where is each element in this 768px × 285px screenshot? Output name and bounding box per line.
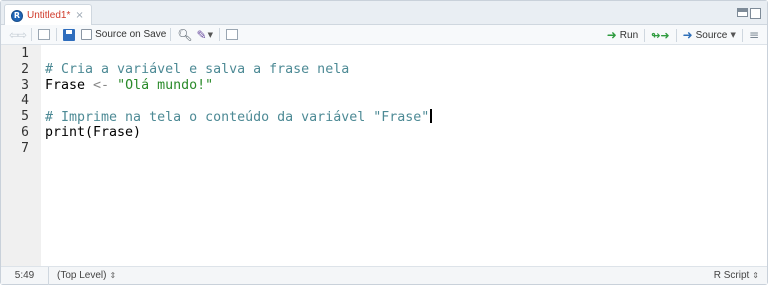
code-line[interactable] <box>45 46 432 62</box>
text-cursor <box>430 109 433 124</box>
line-number-gutter: 1234567 <box>1 45 41 266</box>
run-label: Run <box>619 29 639 41</box>
toolbar-divider <box>170 28 172 41</box>
editor-toolbar: ⇦⇨ Source on Save 🔍︎ ✎ ▼ ➜ Run ↬➜ ➜ Sourc… <box>1 25 767 45</box>
code-editor[interactable]: 1234567 # Cria a variável e salva a fras… <box>1 45 767 266</box>
updown-icon: ⇕ <box>752 271 759 280</box>
run-button[interactable]: ➜ Run <box>605 27 640 43</box>
save-icon <box>63 28 76 41</box>
code-comment: # Cria a variável e salva a frase nela <box>45 61 350 77</box>
toolbar-divider <box>56 28 58 41</box>
search-icon[interactable]: 🔍︎ <box>175 27 194 43</box>
code-tools-button[interactable]: ✎ ▼ <box>195 27 215 43</box>
scope-selector[interactable]: (Top Level) ⇕ <box>49 270 116 281</box>
code-line[interactable]: Frase <- "Olá mundo!" <box>45 78 432 94</box>
maximize-pane-icon[interactable] <box>750 8 761 19</box>
source-on-save-label: Source on Save <box>95 29 167 40</box>
source-on-save-checkbox[interactable] <box>81 29 93 40</box>
minimize-pane-icon[interactable] <box>737 8 748 17</box>
popout-window-icon <box>38 29 51 40</box>
file-type-selector[interactable]: R Script ⇕ <box>714 270 759 281</box>
line-number: 7 <box>21 140 29 156</box>
source-arrow-icon: ➜ <box>682 28 693 42</box>
source-editor-pane: R Untitled1* × ⇦⇨ Source on Save 🔍︎ ✎ ▼ ➜… <box>0 0 768 285</box>
line-number: 1 <box>21 46 29 61</box>
line-number: 6 <box>21 125 29 140</box>
close-icon[interactable]: × <box>75 10 83 21</box>
compile-report-button[interactable] <box>224 27 240 43</box>
code-token: Frase <box>45 77 94 93</box>
source-button[interactable]: ➜ Source ▼ <box>681 27 738 43</box>
code-line[interactable] <box>45 141 432 157</box>
code-line[interactable] <box>45 93 432 109</box>
r-script-icon: R <box>11 9 23 22</box>
save-button[interactable] <box>61 27 77 43</box>
show-in-window-button[interactable] <box>36 27 52 43</box>
code-line[interactable]: print(Frase) <box>45 125 432 141</box>
updown-icon: ⇕ <box>109 271 117 280</box>
cursor-position: 5:49 <box>1 266 49 285</box>
chevron-down-icon: ▼ <box>207 30 213 39</box>
code-op: <- <box>93 77 110 93</box>
back-forward-icon[interactable]: ⇦⇨ <box>7 27 27 43</box>
code-comment: # Imprime na tela o conteúdo da variável… <box>45 110 430 126</box>
notebook-icon <box>225 29 238 40</box>
code-token: print(Frase) <box>45 124 142 140</box>
file-type-label: R Script <box>713 270 750 281</box>
toolbar-divider <box>218 28 220 41</box>
toolbar-divider <box>644 28 646 42</box>
status-bar: 5:49 (Top Level) ⇕ R Script ⇕ <box>1 266 767 285</box>
toolbar-divider <box>31 28 33 41</box>
magic-wand-icon: ✎ <box>196 27 207 42</box>
tab-untitled1[interactable]: R Untitled1* × <box>4 4 92 26</box>
line-number: 4 <box>21 93 29 109</box>
tab-strip: R Untitled1* × <box>1 1 767 26</box>
line-number: 5 <box>21 109 29 125</box>
window-controls <box>737 8 761 19</box>
chevron-down-icon: ▼ <box>728 31 736 39</box>
code-area[interactable]: # Cria a variável e salva a frase nela Fr… <box>45 46 433 157</box>
source-label: Source <box>695 29 728 41</box>
toolbar-divider <box>675 28 677 42</box>
line-number: 3 <box>21 77 29 93</box>
code-line[interactable]: # Imprime na tela o conteúdo da variável… <box>45 109 433 126</box>
rerun-icon[interactable]: ↬➜ <box>649 27 671 43</box>
toolbar-right-group: ➜ Run ↬➜ ➜ Source ▼ ≡ <box>605 25 761 45</box>
line-number: 2 <box>21 61 29 77</box>
run-arrow-icon: ➜ <box>606 28 617 42</box>
toolbar-divider <box>741 28 743 42</box>
document-outline-icon[interactable]: ≡ <box>747 27 761 43</box>
tab-title: Untitled1* <box>27 10 71 21</box>
code-str: "Olá mundo!" <box>117 77 214 93</box>
code-line[interactable]: # Cria a variável e salva a frase nela <box>45 62 432 78</box>
scope-label: (Top Level) <box>57 270 107 281</box>
